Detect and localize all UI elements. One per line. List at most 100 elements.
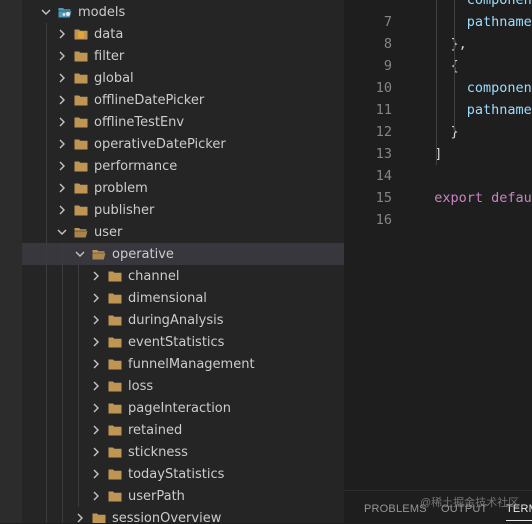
chevron-right-icon[interactable] [90, 402, 102, 414]
chevron-right-icon[interactable] [56, 160, 68, 172]
explorer-item-user-path[interactable]: userPath [22, 485, 344, 507]
code-line[interactable]: 7 pathname: [344, 11, 532, 33]
explorer-item-offline-test-env[interactable]: offlineTestEnv [22, 111, 344, 133]
code-line[interactable]: 11 pathname: [344, 99, 532, 121]
line-number: 8 [383, 36, 392, 52]
code-line[interactable]: 9 { [344, 55, 459, 77]
explorer-item-global[interactable]: global [22, 67, 344, 89]
explorer-item-stickness[interactable]: stickness [22, 441, 344, 463]
folder-icon [108, 380, 122, 392]
chevron-down-icon[interactable] [56, 226, 68, 238]
line-number: 15 [375, 190, 392, 206]
chevron-right-icon[interactable] [90, 314, 102, 326]
explorer-item-label: user [94, 224, 123, 240]
code-line[interactable]: 13 ] [344, 143, 443, 165]
chevron-right-icon[interactable] [56, 28, 68, 40]
line-number: 12 [375, 124, 392, 140]
code-text: { [418, 55, 459, 77]
chevron-right-icon[interactable] [56, 116, 68, 128]
chevron-right-icon[interactable] [90, 446, 102, 458]
code-line[interactable]: component [344, 0, 532, 11]
explorer-item-data[interactable]: data [22, 23, 344, 45]
chevron-right-icon[interactable] [56, 72, 68, 84]
explorer-item-user[interactable]: user [22, 221, 344, 243]
editor-indent-guide [454, 0, 455, 132]
code-line[interactable]: 12 } [344, 121, 459, 143]
folder-icon [108, 314, 122, 326]
explorer-item-problem[interactable]: problem [22, 177, 344, 199]
code-line[interactable]: 10 component [344, 77, 532, 99]
explorer-item-loss[interactable]: loss [22, 375, 344, 397]
folder-icon [74, 182, 88, 194]
explorer-item-funnel-management[interactable]: funnelManagement [22, 353, 344, 375]
chevron-right-icon[interactable] [90, 490, 102, 502]
folder-icon [74, 160, 88, 172]
line-number: 9 [383, 58, 392, 74]
chevron-right-icon[interactable] [56, 138, 68, 150]
file-explorer: models data filter global offlineDatePicker o… [22, 0, 344, 523]
chevron-right-icon[interactable] [74, 512, 86, 523]
folder-icon [74, 116, 88, 128]
explorer-item-session-overview[interactable]: sessionOverview [22, 507, 344, 523]
chevron-right-icon[interactable] [90, 358, 102, 370]
explorer-item-label: funnelManagement [128, 356, 255, 372]
chevron-right-icon[interactable] [90, 336, 102, 348]
explorer-item-filter[interactable]: filter [22, 45, 344, 67]
explorer-item-label: offlineTestEnv [94, 114, 185, 130]
chevron-right-icon[interactable] [90, 380, 102, 392]
code-editor[interactable]: component 7 pathname: 8 }, 9 {10 component 1… [344, 0, 532, 490]
explorer-item-page-interaction[interactable]: pageInteraction [22, 397, 344, 419]
explorer-item-publisher[interactable]: publisher [22, 199, 344, 221]
folder-icon [74, 138, 88, 150]
explorer-item-retained[interactable]: retained [22, 419, 344, 441]
explorer-item-label: eventStatistics [128, 334, 225, 350]
explorer-item-label: retained [128, 422, 183, 438]
explorer-item-performance[interactable]: performance [22, 155, 344, 177]
explorer-item-label: offlineDatePicker [94, 92, 205, 108]
explorer-item-label: sessionOverview [112, 510, 222, 524]
folder-icon [108, 424, 122, 436]
explorer-item-operative-date-picker[interactable]: operativeDatePicker [22, 133, 344, 155]
explorer-item-event-statistics[interactable]: eventStatistics [22, 331, 344, 353]
code-token: export [418, 190, 492, 206]
code-line[interactable]: 16 [344, 209, 392, 231]
explorer-item-label: data [94, 26, 124, 42]
folder-icon [74, 72, 88, 84]
explorer-item-label: stickness [128, 444, 188, 460]
explorer-item-channel[interactable]: channel [22, 265, 344, 287]
explorer-item-today-statistics[interactable]: todayStatistics [22, 463, 344, 485]
folder-icon [108, 358, 122, 370]
chevron-right-icon[interactable] [90, 270, 102, 282]
panel-tab-bar: PROBLEMSOUTPUTTERM@稀土掘金技术社区 [344, 490, 532, 524]
folder-icon [74, 50, 88, 62]
explorer-item-dimensional[interactable]: dimensional [22, 287, 344, 309]
folder-icon [74, 94, 88, 106]
chevron-down-icon[interactable] [74, 248, 86, 260]
folder-icon [108, 270, 122, 282]
code-line[interactable]: 15 export defaul [344, 187, 532, 209]
explorer-item-label: operative [112, 246, 174, 262]
chevron-right-icon[interactable] [90, 292, 102, 304]
explorer-item-label: duringAnalysis [128, 312, 224, 328]
line-number: 10 [375, 80, 392, 96]
explorer-item-label: dimensional [128, 290, 207, 306]
explorer-item-offline-date-picker[interactable]: offlineDatePicker [22, 89, 344, 111]
explorer-item-during-analysis[interactable]: duringAnalysis [22, 309, 344, 331]
explorer-item-label: filter [94, 48, 125, 64]
chevron-right-icon[interactable] [56, 182, 68, 194]
explorer-item-operative[interactable]: operative [22, 243, 344, 265]
chevron-right-icon[interactable] [56, 50, 68, 62]
line-number: 14 [375, 168, 392, 184]
chevron-right-icon[interactable] [90, 468, 102, 480]
chevron-right-icon[interactable] [56, 94, 68, 106]
chevron-down-icon[interactable] [40, 6, 52, 18]
panel-tab-problems[interactable]: PROBLEMS [364, 503, 427, 515]
folder-icon [108, 402, 122, 414]
activity-bar [0, 0, 22, 523]
code-line[interactable]: 14 [344, 165, 392, 187]
chevron-right-icon[interactable] [90, 424, 102, 436]
code-line[interactable]: 8 }, [344, 33, 467, 55]
explorer-item-models[interactable]: models [22, 1, 344, 23]
explorer-item-label: performance [94, 158, 178, 174]
chevron-right-icon[interactable] [56, 204, 68, 216]
